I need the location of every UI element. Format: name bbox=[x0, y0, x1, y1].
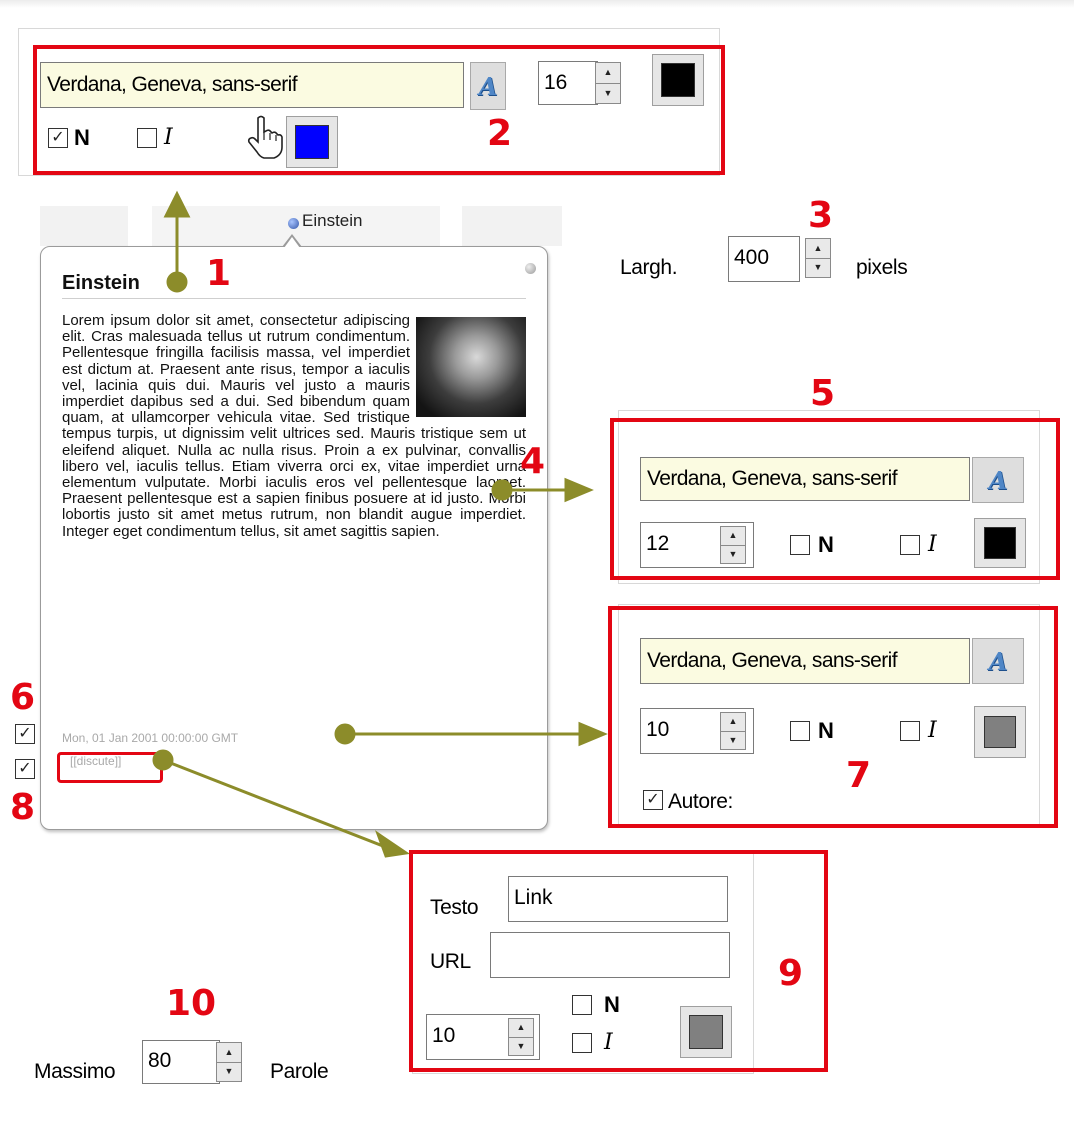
date-bold-label: N bbox=[818, 718, 834, 743]
max-words-input[interactable]: 80 bbox=[142, 1040, 220, 1084]
link-bold-checkbox[interactable] bbox=[572, 995, 592, 1015]
stepper-down-icon[interactable]: ▼ bbox=[806, 259, 830, 278]
body-color-swatch bbox=[984, 527, 1016, 559]
max-words-label: Massimo bbox=[34, 1060, 116, 1083]
width-label: Largh. bbox=[620, 256, 678, 279]
link-url-input[interactable] bbox=[490, 932, 730, 978]
stepper-up-icon[interactable]: ▲ bbox=[721, 527, 745, 546]
stepper-up-icon[interactable]: ▲ bbox=[509, 1019, 533, 1038]
author-label: Autore: bbox=[668, 790, 733, 813]
link-color-button[interactable] bbox=[680, 1006, 732, 1058]
link-size-stepper[interactable]: ▲ ▼ bbox=[508, 1018, 534, 1056]
annotation-4: 4 bbox=[520, 441, 546, 482]
link-italic-checkbox[interactable] bbox=[572, 1033, 592, 1053]
annotation-5: 5 bbox=[810, 373, 836, 414]
annotation-10: 10 bbox=[166, 983, 217, 1024]
date-italic-label: I bbox=[928, 718, 937, 743]
link-text-input[interactable]: Link bbox=[508, 876, 728, 922]
body-bold-label: N bbox=[818, 532, 834, 557]
stepper-down-icon[interactable]: ▼ bbox=[721, 546, 745, 564]
body-size-stepper[interactable]: ▲ ▼ bbox=[720, 526, 746, 564]
link-color-swatch bbox=[689, 1015, 723, 1049]
body-bold-checkbox[interactable] bbox=[790, 535, 810, 555]
date-font-button[interactable]: A bbox=[972, 638, 1024, 684]
width-stepper[interactable]: ▲ ▼ bbox=[805, 238, 831, 278]
stepper-up-icon[interactable]: ▲ bbox=[806, 239, 830, 259]
date-color-button[interactable] bbox=[974, 706, 1026, 758]
body-font-field[interactable]: Verdana, Geneva, sans-serif bbox=[640, 457, 970, 501]
body-color-button[interactable] bbox=[974, 518, 1026, 568]
link-url-label: URL bbox=[430, 950, 471, 973]
link-italic-label: I bbox=[604, 1030, 613, 1055]
font-picker-icon: A bbox=[988, 465, 1008, 495]
max-words-unit-label: Parole bbox=[270, 1060, 329, 1083]
date-font-field[interactable]: Verdana, Geneva, sans-serif bbox=[640, 638, 970, 684]
annotation-8: 8 bbox=[10, 787, 36, 828]
max-words-stepper[interactable]: ▲ ▼ bbox=[216, 1042, 242, 1082]
stepper-down-icon[interactable]: ▼ bbox=[217, 1063, 241, 1082]
width-input[interactable]: 400 bbox=[728, 236, 800, 282]
width-unit-label: pixels bbox=[856, 256, 908, 279]
show-link-checkbox[interactable]: ✓ bbox=[15, 759, 35, 779]
show-date-checkbox[interactable]: ✓ bbox=[15, 724, 35, 744]
link-bold-label: N bbox=[604, 992, 620, 1017]
annotation-9: 9 bbox=[778, 953, 804, 994]
stepper-up-icon[interactable]: ▲ bbox=[721, 713, 745, 732]
date-bold-checkbox[interactable] bbox=[790, 721, 810, 741]
link-text-label: Testo bbox=[430, 896, 479, 919]
stepper-up-icon[interactable]: ▲ bbox=[217, 1043, 241, 1063]
body-font-button[interactable]: A bbox=[972, 457, 1024, 503]
annotation-6: 6 bbox=[10, 677, 36, 718]
annotation-3: 3 bbox=[808, 195, 834, 236]
date-italic-checkbox[interactable] bbox=[900, 721, 920, 741]
font-picker-icon: A bbox=[988, 646, 1008, 676]
annotation-7: 7 bbox=[846, 755, 872, 796]
stepper-down-icon[interactable]: ▼ bbox=[509, 1038, 533, 1056]
body-italic-label: I bbox=[928, 532, 937, 557]
author-checkbox[interactable]: ✓ bbox=[643, 790, 663, 810]
stepper-down-icon[interactable]: ▼ bbox=[721, 732, 745, 750]
date-color-swatch bbox=[984, 716, 1016, 748]
date-size-stepper[interactable]: ▲ ▼ bbox=[720, 712, 746, 750]
body-italic-checkbox[interactable] bbox=[900, 535, 920, 555]
annotation-1: 1 bbox=[206, 253, 232, 294]
